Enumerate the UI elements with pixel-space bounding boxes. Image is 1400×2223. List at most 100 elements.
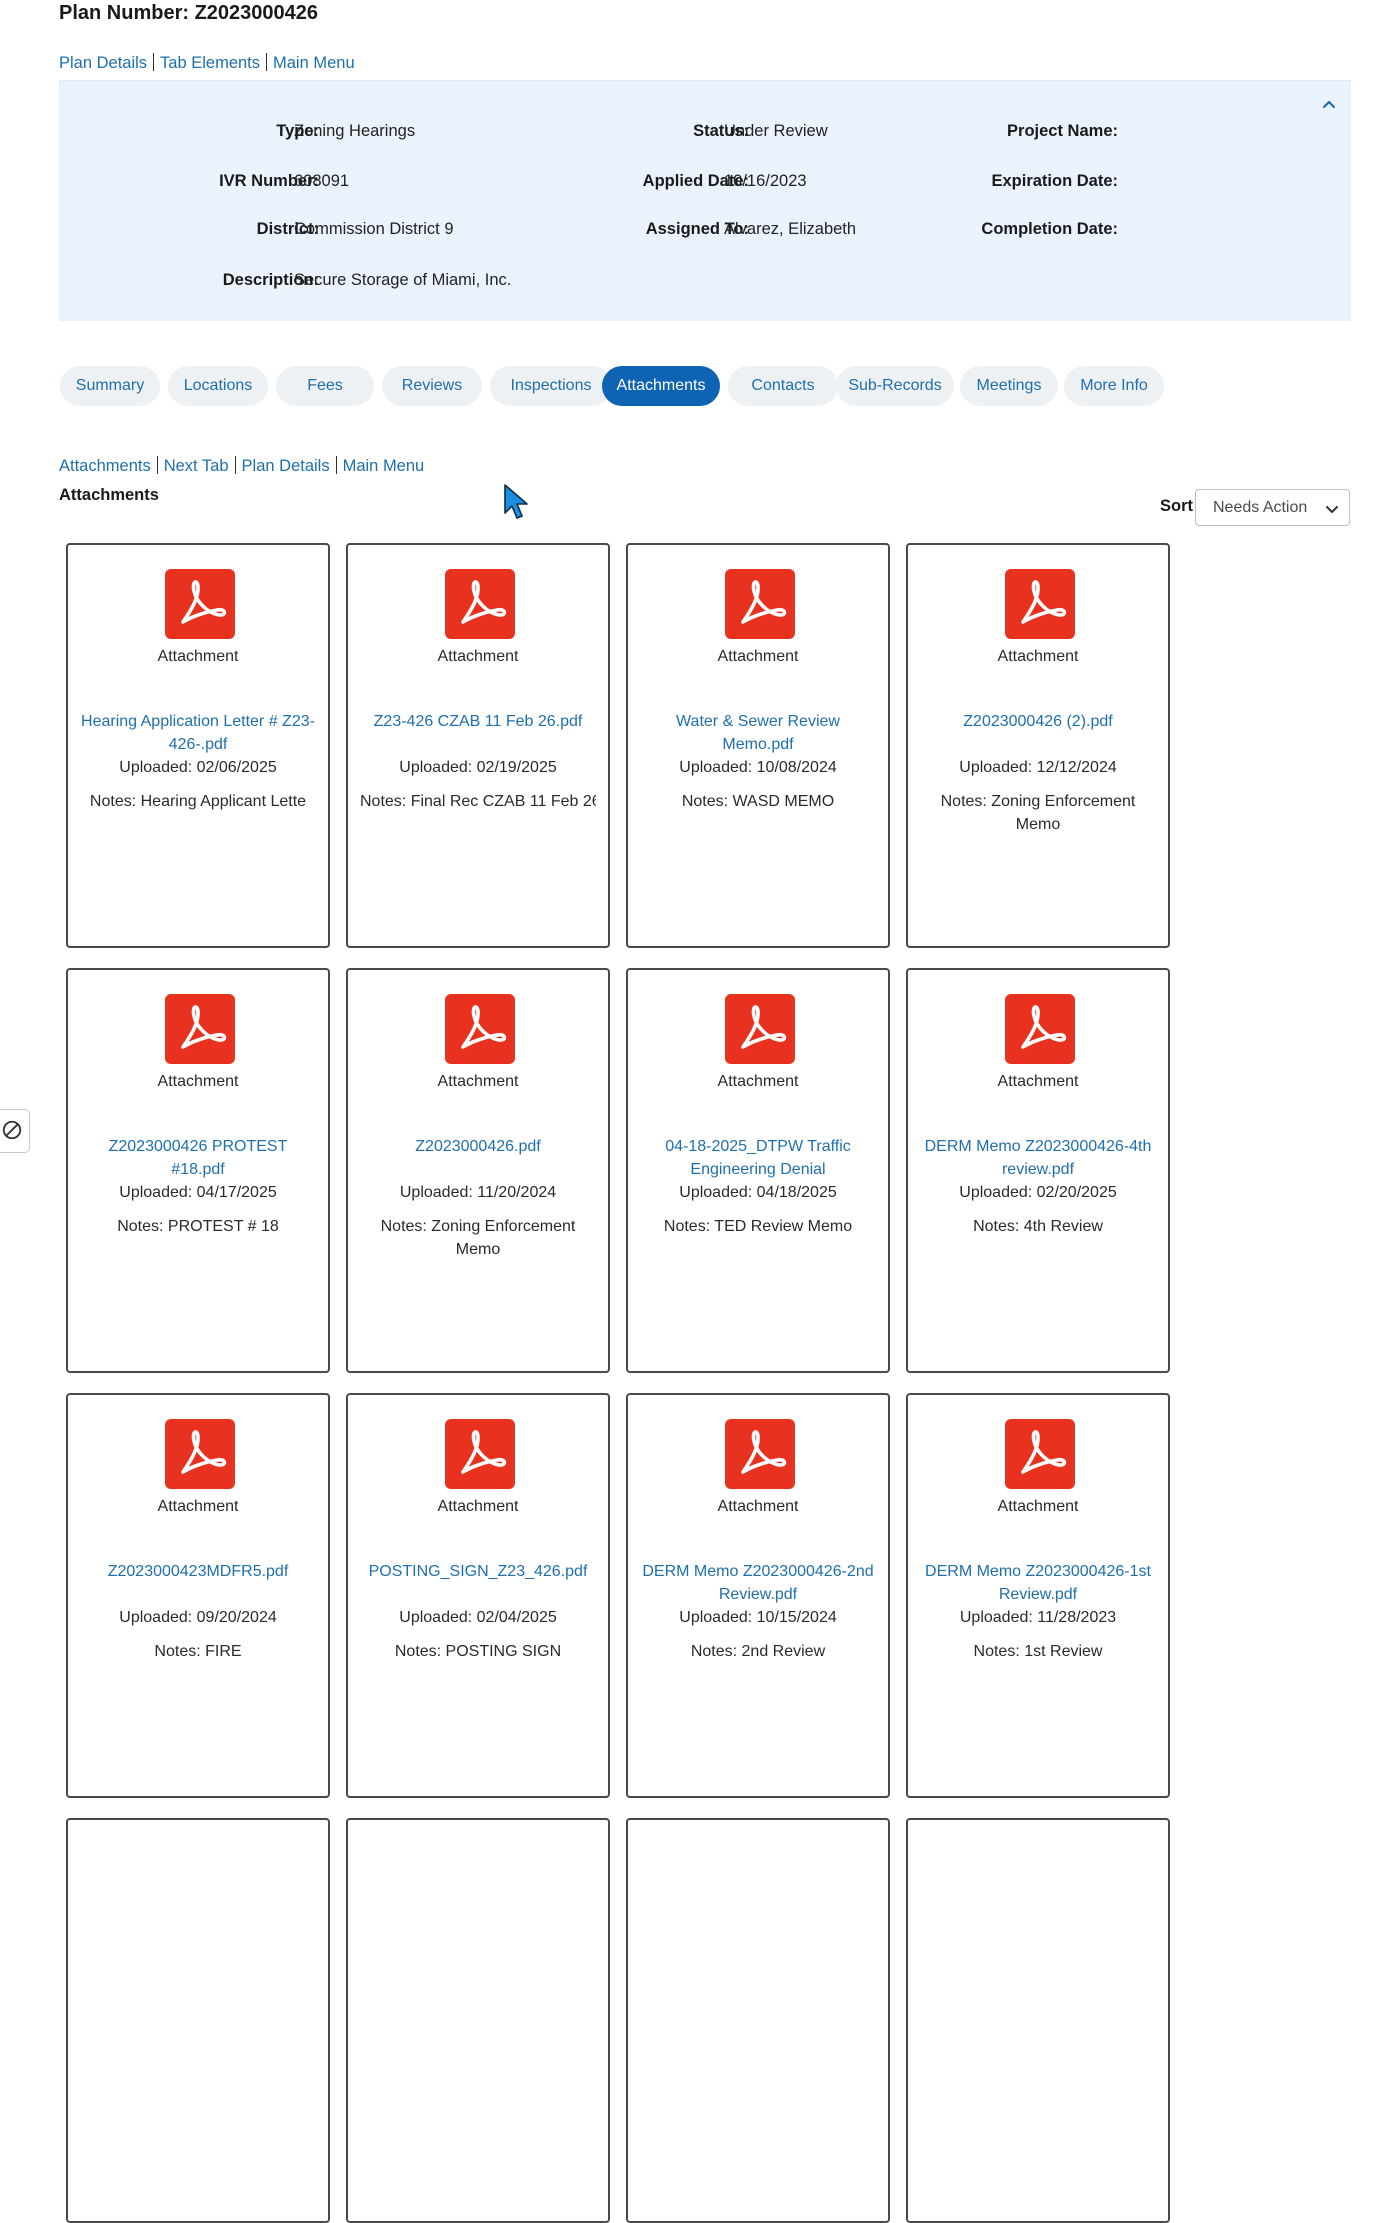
attachment-notes: Notes: POSTING SIGN [394,1643,562,1660]
link-plan-details[interactable]: Plan Details [242,457,330,475]
tab-inspections[interactable]: Inspections [490,366,612,406]
chevron-up-icon[interactable] [1321,97,1337,113]
sort-select-value: Needs Action [1213,499,1308,516]
attachment-uploaded-date: Uploaded: 02/06/2025 [119,759,277,776]
pdf-icon[interactable] [445,569,515,639]
attachment-notes: Notes: 2nd Review [690,1643,826,1660]
attachment-file-link[interactable]: DERM Memo Z2023000426-1st Review.pdf [920,1560,1156,1606]
attachment-type: Attachment [997,648,1079,665]
attachment-file-link[interactable]: Water & Sewer Review Memo.pdf [640,710,876,756]
pdf-icon[interactable] [165,569,235,639]
link-separator [234,456,236,474]
pdf-icon[interactable] [1005,569,1075,639]
attachment-uploaded-date: Uploaded: 09/20/2024 [119,1609,277,1626]
attachment-type: Attachment [157,1498,239,1515]
attachment-type: Attachment [157,648,239,665]
pdf-icon[interactable] [725,569,795,639]
status-value: Under Review [724,122,828,140]
tab-reviews[interactable]: Reviews [382,366,482,406]
attachment-type: Attachment [437,648,519,665]
attachment-card [626,1818,890,2223]
tab-sub-records[interactable]: Sub-Records [836,366,954,406]
attachment-file-link[interactable]: DERM Memo Z2023000426-4th review.pdf [920,1135,1156,1181]
attachment-card: Attachment Z2023000426 PROTEST #18.pdf U… [66,968,330,1373]
link-separator [156,456,158,474]
sort-select[interactable]: Needs Action [1195,489,1350,526]
attachment-card [66,1818,330,2223]
pdf-icon[interactable] [1005,1419,1075,1489]
pdf-icon[interactable] [165,994,235,1064]
applied-date-value: 10/16/2023 [724,172,807,190]
attachment-notes: Notes: TED Review Memo [663,1218,853,1235]
attachment-uploaded-date: Uploaded: 02/04/2025 [399,1609,557,1626]
attachment-file-link[interactable]: Hearing Application Letter # Z23-426-.pd… [80,710,316,756]
attachment-card: Attachment POSTING_SIGN_Z23_426.pdf Uplo… [346,1393,610,1798]
link-attachments[interactable]: Attachments [59,457,151,475]
side-block-widget[interactable] [0,1109,30,1153]
pdf-icon[interactable] [445,1419,515,1489]
attachment-file-link[interactable]: Z23-426 CZAB 11 Feb 26.pdf [360,710,596,733]
attachment-card: Attachment Z23-426 CZAB 11 Feb 26.pdf Up… [346,543,610,948]
attachment-card: Attachment Z2023000426.pdf Uploaded: 11/… [346,968,610,1373]
link-separator [335,456,337,474]
attachment-file-link[interactable]: Z2023000426 (2).pdf [920,710,1156,733]
attachment-uploaded-date: Uploaded: 04/18/2025 [679,1184,837,1201]
tab-fees[interactable]: Fees [276,366,374,406]
pdf-icon[interactable] [725,1419,795,1489]
pdf-icon[interactable] [1005,994,1075,1064]
attachment-card: Attachment Hearing Application Letter # … [66,543,330,948]
tab-more-info[interactable]: More Info [1064,366,1164,406]
attachment-type: Attachment [437,1073,519,1090]
attachment-card: Attachment Z2023000426 (2).pdf Uploaded:… [906,543,1170,948]
link-separator [266,53,268,71]
attachment-file-link[interactable]: DERM Memo Z2023000426-2nd Review.pdf [640,1560,876,1606]
tab-meetings[interactable]: Meetings [960,366,1058,406]
attachment-type: Attachment [437,1498,519,1515]
attachment-type: Attachment [997,1073,1079,1090]
attachment-file-link[interactable]: Z2023000426 PROTEST #18.pdf [80,1135,316,1181]
attachment-uploaded-date: Uploaded: 10/08/2024 [679,759,837,776]
mouse-cursor-icon [504,484,528,519]
section-title: Attachments [59,486,159,504]
pdf-icon[interactable] [165,1419,235,1489]
attachment-card: Attachment DERM Memo Z2023000426-1st Rev… [906,1393,1170,1798]
top-link-bar: Plan Details Tab Elements Main Menu [59,53,355,73]
attachment-file-link[interactable]: 04-18-2025_DTPW Traffic Engineering Deni… [640,1135,876,1181]
link-separator [153,53,155,71]
tab-summary[interactable]: Summary [60,366,160,406]
attachment-card [346,1818,610,2223]
description-value: Secure Storage of Miami, Inc. [294,271,512,289]
link-tab-elements[interactable]: Tab Elements [160,54,260,72]
tab-locations[interactable]: Locations [168,366,268,406]
attachment-uploaded-date: Uploaded: 02/20/2025 [959,1184,1117,1201]
link-next-tab[interactable]: Next Tab [164,457,229,475]
attachment-card: Attachment DERM Memo Z2023000426-2nd Rev… [626,1393,890,1798]
attachment-notes: Notes: PROTEST # 18 [117,1218,279,1235]
page-title: Plan Number: Z2023000426 [59,2,319,24]
attachment-uploaded-date: Uploaded: 11/28/2023 [959,1609,1117,1626]
sort-label: Sort [1160,497,1193,515]
attachment-notes: Notes: Hearing Applicant Lette [89,793,307,810]
attachment-notes: Notes: 4th Review [973,1218,1103,1235]
link-main-menu[interactable]: Main Menu [273,54,355,72]
pdf-icon[interactable] [445,994,515,1064]
attachment-type: Attachment [157,1073,239,1090]
tab-attachments[interactable]: Attachments [602,366,720,406]
tab-contacts[interactable]: Contacts [728,366,838,406]
attachment-card: Attachment Z2023000423MDFR5.pdf Uploaded… [66,1393,330,1798]
assigned-to-value: Alvarez, Elizabeth [724,220,857,238]
link-main-menu[interactable]: Main Menu [343,457,425,475]
attachment-card: Attachment DERM Memo Z2023000426-4th rev… [906,968,1170,1373]
attachment-file-link[interactable]: Z2023000426.pdf [360,1135,596,1158]
pdf-icon[interactable] [725,994,795,1064]
attachments-link-bar: Attachments Next Tab Plan Details Main Menu [59,456,424,476]
attachment-uploaded-date: Uploaded: 02/19/2025 [399,759,557,776]
attachment-file-link[interactable]: POSTING_SIGN_Z23_426.pdf [360,1560,596,1583]
attachment-file-link[interactable]: Z2023000423MDFR5.pdf [80,1560,316,1583]
link-plan-details[interactable]: Plan Details [59,54,147,72]
attachment-notes: Notes: Zoning Enforcement Memo [380,1218,576,1258]
project-name-label: Project Name: [1007,122,1118,140]
attachment-notes: Notes: Final Rec CZAB 11 Feb 26 [360,793,596,810]
attachment-uploaded-date: Uploaded: 04/17/2025 [119,1184,277,1201]
chevron-down-icon [1326,506,1338,513]
